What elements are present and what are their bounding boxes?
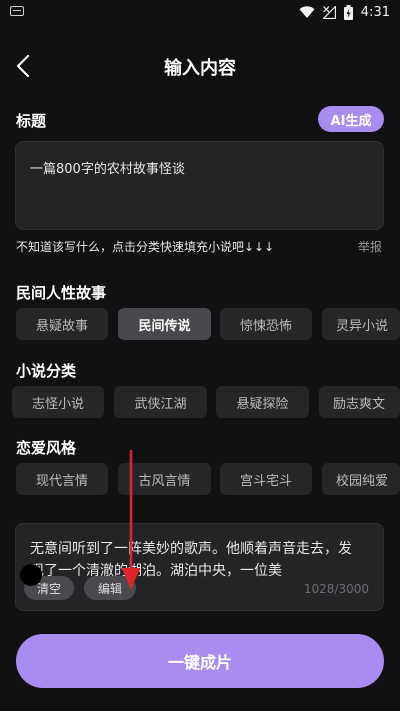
chip-row-romance: 现代言情 古风言情 宫斗宅斗 校园纯爱	[0, 463, 400, 497]
chip-zhiguai-novel[interactable]: 志怪小说	[12, 386, 104, 418]
touch-indicator	[20, 564, 42, 586]
chip-ancient-romance[interactable]: 古风言情	[118, 463, 211, 495]
title-input[interactable]: 一篇800字的农村故事怪谈	[15, 141, 384, 230]
chip-martial-arts[interactable]: 武侠江湖	[114, 386, 207, 418]
category-label-folk-stories: 民间人性故事	[16, 284, 107, 302]
chip-palace-intrigue[interactable]: 宫斗宅斗	[220, 463, 312, 495]
page-title: 输入内容	[164, 58, 236, 79]
status-time: 4:31	[360, 4, 390, 20]
wifi-icon	[299, 5, 315, 18]
report-link[interactable]: 举报	[358, 238, 382, 255]
chip-row-novel-types: 志怪小说 武侠江湖 悬疑探险 励志爽文	[0, 386, 400, 420]
chip-campus-romance[interactable]: 校园纯爱	[322, 463, 400, 495]
chip-modern-romance[interactable]: 现代言情	[16, 463, 108, 495]
battery-icon	[343, 4, 353, 20]
category-label-novel-types: 小说分类	[16, 362, 77, 380]
edit-button[interactable]: 编辑	[84, 576, 136, 600]
ai-generate-button[interactable]: AI生成	[318, 106, 384, 132]
content-input[interactable]: 无意间听到了一阵美妙的歌声。他顺着声音走去，发现了一个清澈的湖泊。湖泊中央，一位…	[15, 523, 384, 611]
app-bar: 输入内容	[0, 42, 400, 90]
status-icons: 4:31	[299, 3, 390, 21]
chip-horror-thriller[interactable]: 惊悚恐怖	[220, 308, 312, 340]
status-bar: 4:31	[0, 0, 400, 24]
chip-mystery-adventure[interactable]: 悬疑探险	[216, 386, 309, 418]
chip-suspense-story[interactable]: 悬疑故事	[16, 308, 108, 340]
chip-row-folk-stories: 悬疑故事 民间传说 惊悚恐怖 灵异小说	[0, 308, 400, 342]
category-hint: 不知道该写什么，点击分类快速填充小说吧↓↓↓	[16, 240, 275, 254]
chip-folk-legend[interactable]: 民间传说	[118, 308, 211, 340]
chip-inspirational[interactable]: 励志爽文	[319, 386, 400, 418]
character-counter: 1028/3000	[303, 582, 369, 596]
chip-supernatural-novel[interactable]: 灵异小说	[322, 308, 400, 340]
title-input-value: 一篇800字的农村故事怪谈	[30, 162, 185, 177]
title-label: 标题	[16, 112, 47, 130]
notification-icon	[10, 6, 24, 16]
signal-icon	[322, 5, 336, 19]
generate-video-button[interactable]: 一键成片	[16, 634, 384, 688]
content-text: 无意间听到了一阵美妙的歌声。他顺着声音走去，发现了一个清澈的湖泊。湖泊中央，一位…	[30, 541, 352, 578]
category-label-romance: 恋爱风格	[16, 439, 77, 457]
